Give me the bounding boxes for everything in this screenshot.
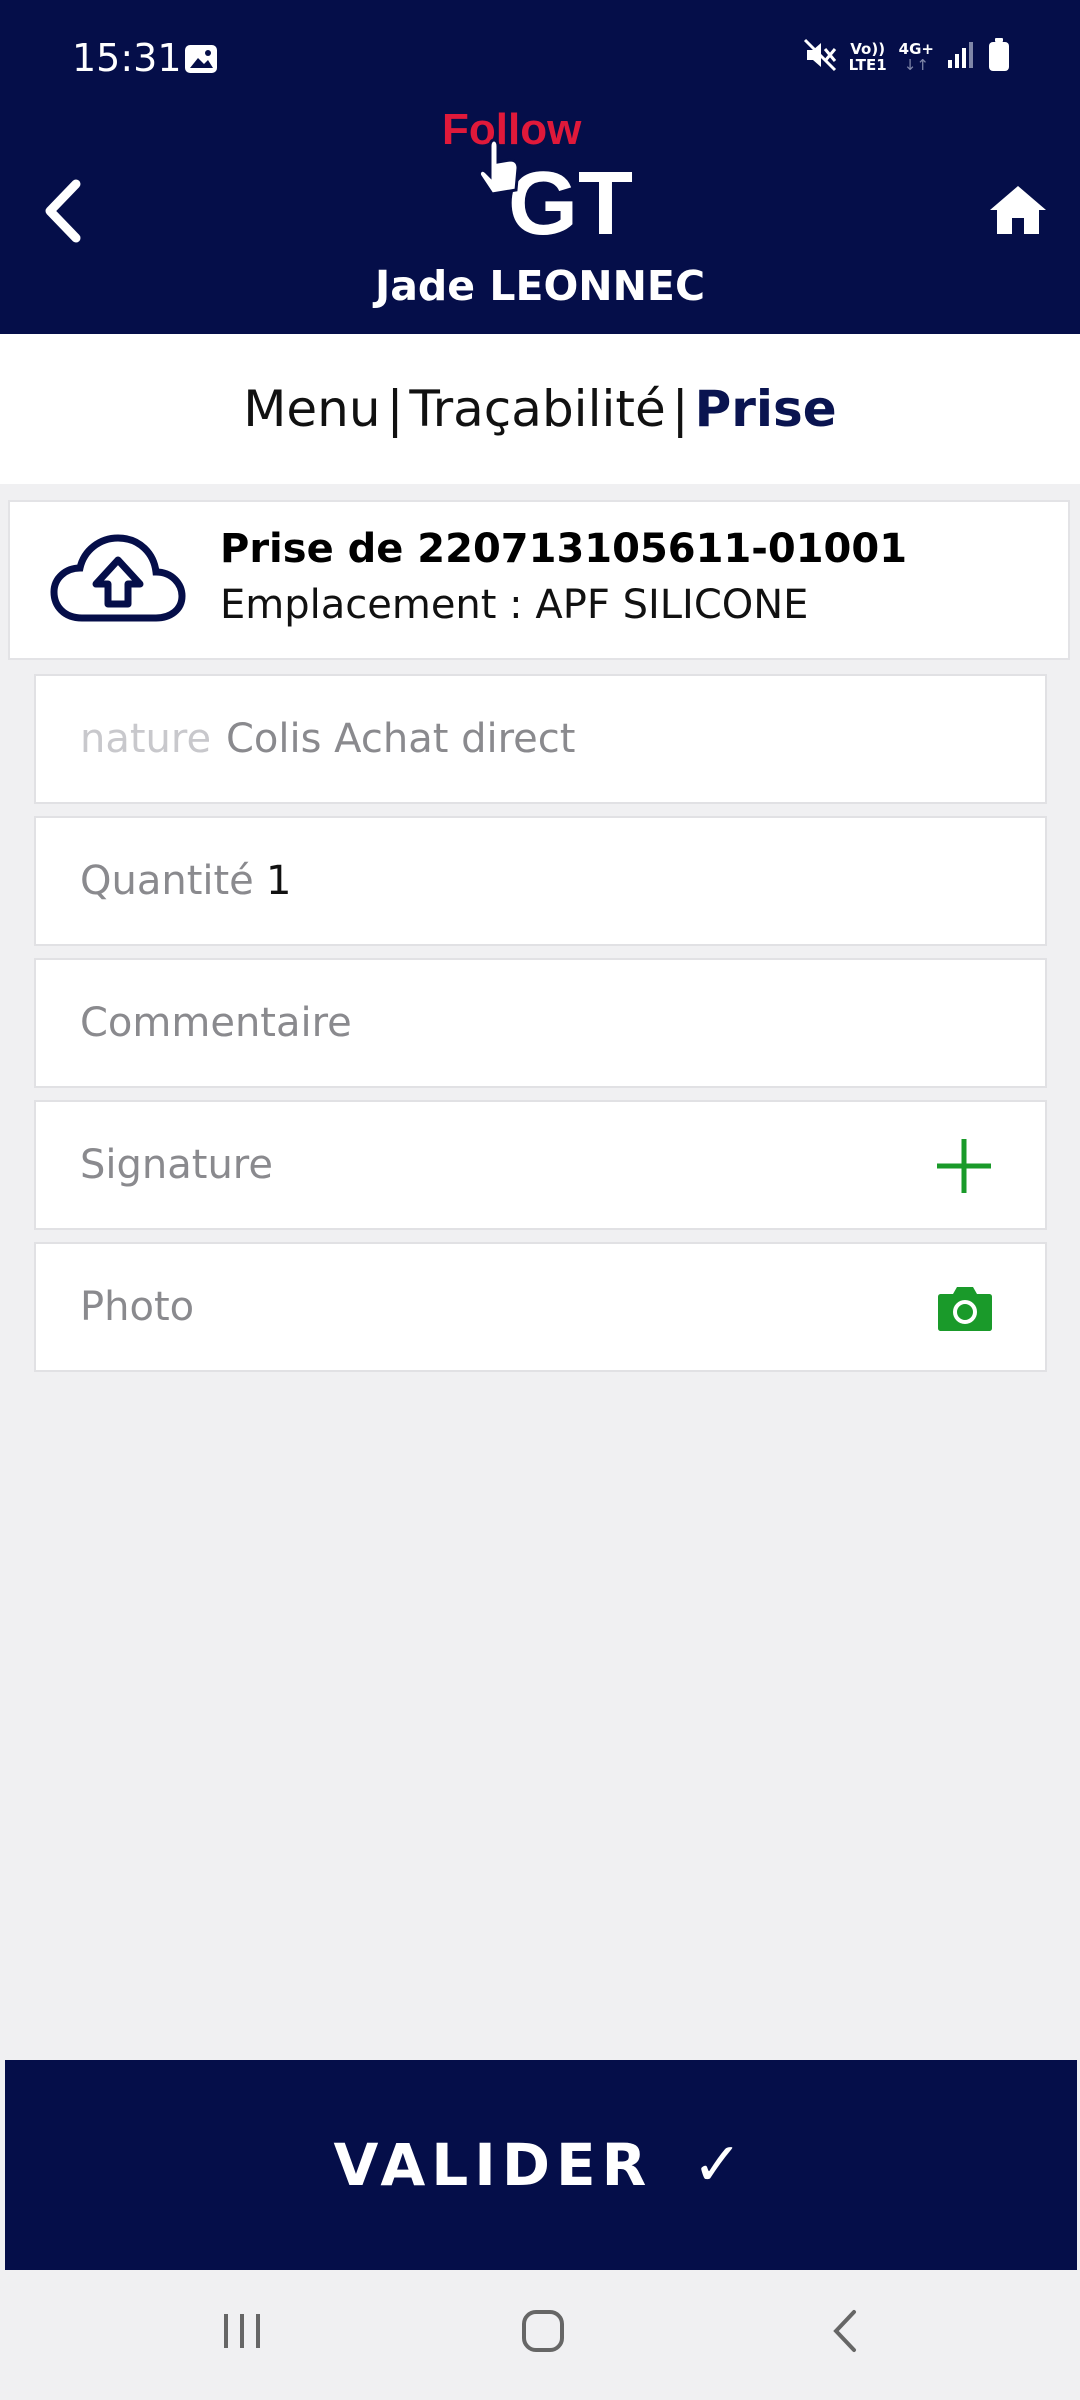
home-icon: [990, 186, 1046, 234]
quantity-value: 1: [266, 858, 292, 904]
prise-title: Prise de 220713105611-01001: [220, 526, 908, 572]
image-notification-icon: [184, 44, 218, 78]
breadcrumb-separator: |: [671, 380, 689, 438]
signature-label: Signature: [80, 1142, 273, 1188]
breadcrumb: Menu | Traçabilité | Prise: [0, 334, 1080, 484]
breadcrumb-menu[interactable]: Menu: [243, 380, 380, 438]
back-button[interactable]: [40, 176, 88, 246]
volte-indicator: Vo)) LTE1: [849, 41, 887, 73]
nature-label: nature: [80, 716, 212, 762]
photo-field[interactable]: Photo: [34, 1242, 1047, 1372]
back-arrow-icon: [833, 2310, 856, 2352]
app-header: 15:31 Vo)) LTE1 4G+ ↓↑ Follow GT Jade LE…: [0, 0, 1080, 334]
recents-icon: [224, 2314, 260, 2348]
home-outline-icon: [522, 2310, 564, 2352]
nav-back-button[interactable]: [826, 2306, 866, 2360]
follow-gt-logo: Follow GT: [440, 105, 640, 254]
nav-home-button[interactable]: [518, 2306, 568, 2360]
status-indicators: Vo)) LTE1 4G+ ↓↑: [803, 38, 1010, 76]
system-navigation-bar: [0, 2272, 1080, 2400]
battery-icon: [988, 38, 1010, 76]
breadcrumb-current: Prise: [694, 380, 837, 438]
logo-gt-text: GT: [508, 154, 633, 240]
volte-bottom-text: LTE1: [848, 56, 887, 74]
validate-button[interactable]: VALIDER ✓: [5, 2060, 1077, 2270]
breadcrumb-tracabilite[interactable]: Traçabilité: [409, 380, 665, 438]
quantity-label: Quantité: [80, 858, 254, 904]
mute-icon: [803, 38, 837, 76]
plus-icon: [937, 1139, 991, 1193]
nav-recents-button[interactable]: [218, 2306, 266, 2360]
chevron-left-icon: [45, 179, 81, 243]
cloud-upload-icon: [50, 528, 186, 632]
quantity-field[interactable]: Quantité 1: [34, 816, 1047, 946]
comment-placeholder: Commentaire: [80, 1000, 352, 1046]
validate-label: VALIDER: [333, 2131, 653, 2199]
home-button[interactable]: [988, 184, 1048, 236]
comment-field[interactable]: Commentaire: [34, 958, 1047, 1088]
user-name: Jade LEONNEC: [374, 262, 706, 310]
network-indicator: 4G+ ↓↑: [898, 40, 934, 74]
logo-follow-text: Follow: [442, 110, 582, 154]
breadcrumb-separator: |: [386, 380, 404, 438]
camera-icon: [938, 1287, 992, 1331]
checkmark-icon: ✓: [692, 2130, 749, 2200]
status-bar: 15:31 Vo)) LTE1 4G+ ↓↑: [0, 0, 1080, 118]
prise-location: Emplacement : APF SILICONE: [220, 582, 809, 628]
prise-info-card: Prise de 220713105611-01001 Emplacement …: [8, 500, 1070, 660]
status-time: 15:31: [72, 36, 182, 80]
signature-field[interactable]: Signature: [34, 1100, 1047, 1230]
add-signature-button[interactable]: [935, 1137, 993, 1199]
signal-icon: [946, 40, 976, 74]
nature-value: Colis Achat direct: [226, 716, 576, 762]
take-photo-button[interactable]: [937, 1284, 993, 1336]
nature-field[interactable]: nature Colis Achat direct: [34, 674, 1047, 804]
photo-label: Photo: [80, 1284, 195, 1330]
